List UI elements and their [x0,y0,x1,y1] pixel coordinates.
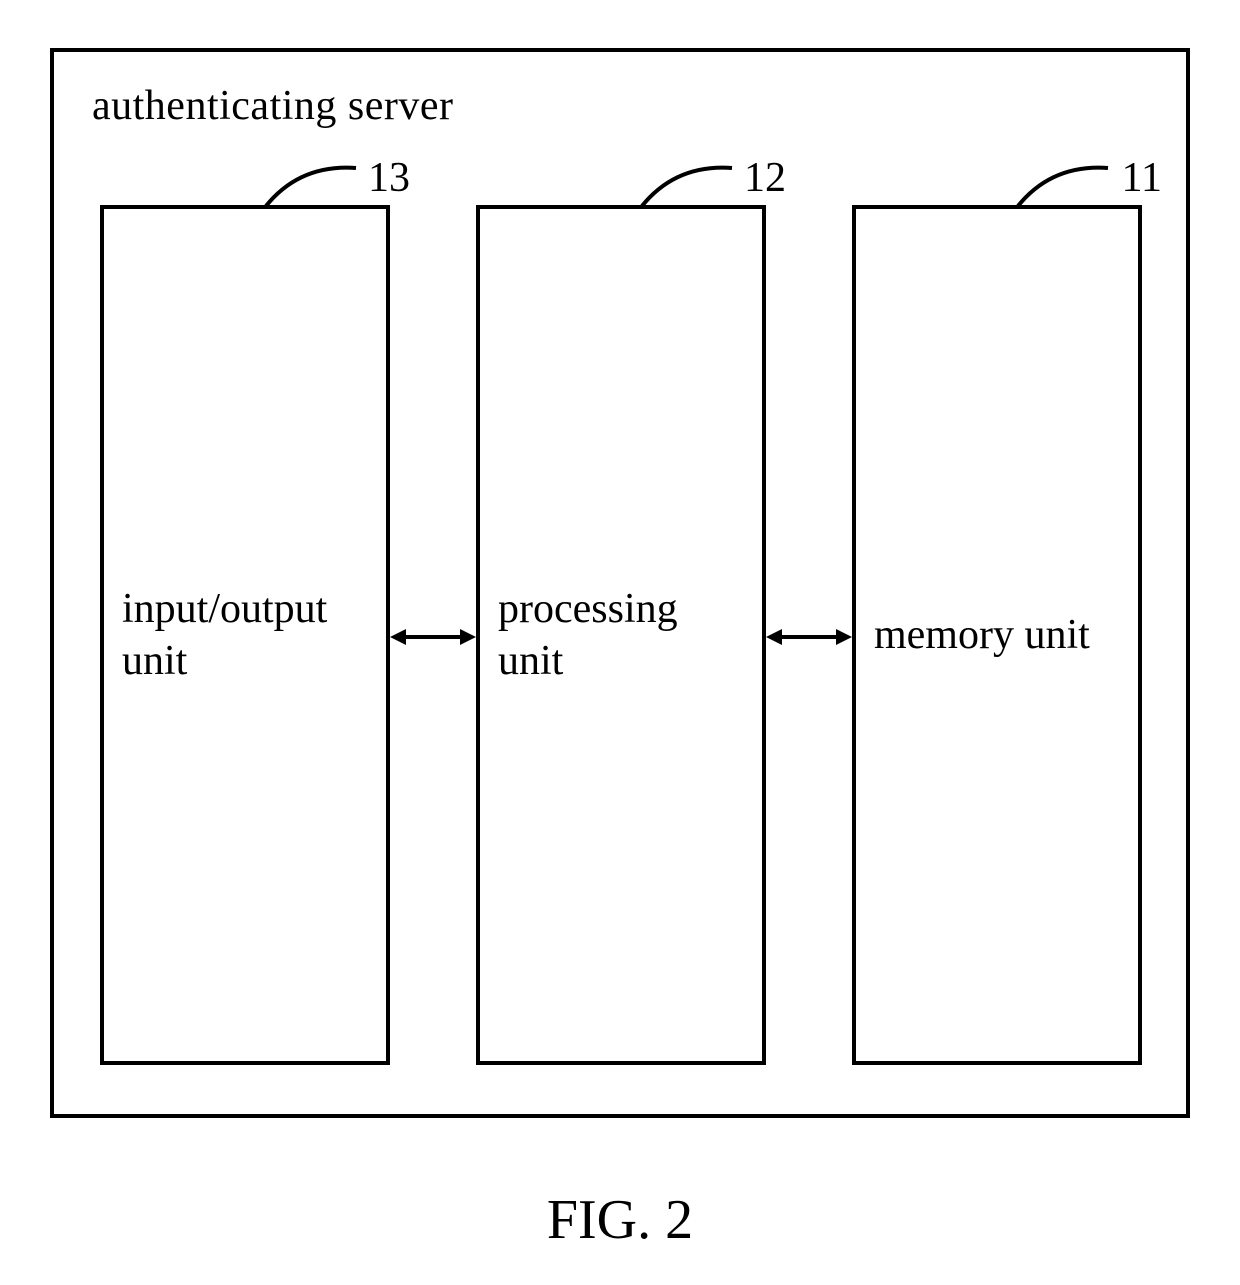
unit-label-line1: memory unit [874,612,1090,658]
unit-input-output: input/output unit [100,205,390,1065]
diagram-canvas: authenticating server 13 12 11 input/out… [0,0,1240,1285]
unit-label: processing unit [480,583,696,688]
unit-label-line2: unit [498,638,563,684]
outer-container-label: authenticating server [92,82,454,130]
unit-label-line1: processing [498,586,678,632]
figure-caption: FIG. 2 [0,1188,1240,1252]
bidirectional-arrow-icon [390,626,476,648]
unit-label-line2: unit [122,638,187,684]
unit-label: input/output unit [104,583,345,688]
unit-memory: memory unit [852,205,1142,1065]
unit-label-line1: input/output [122,586,327,632]
unit-label: memory unit [856,609,1108,662]
unit-processing: processing unit [476,205,766,1065]
bidirectional-arrow-icon [766,626,852,648]
